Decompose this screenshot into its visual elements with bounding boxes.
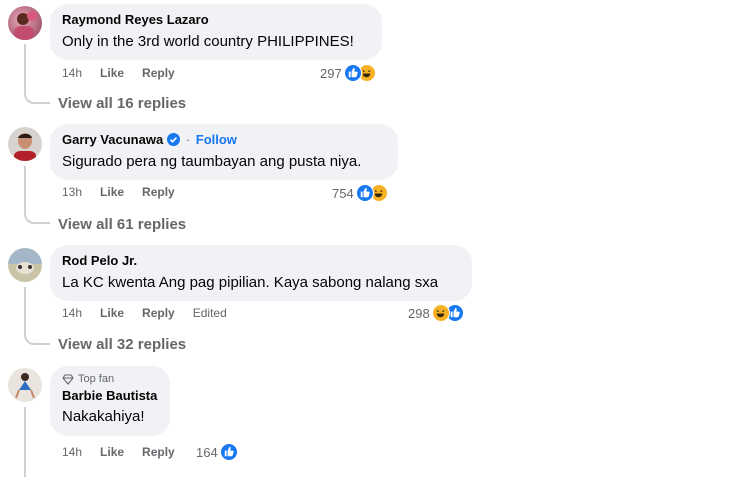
like-icon (343, 64, 362, 82)
comment-author[interactable]: Rod Pelo Jr. (62, 253, 460, 268)
comment-author-row: Garry Vacunawa · Follow (62, 132, 386, 147)
follow-button[interactable]: Follow (196, 132, 237, 147)
reaction-count: 297 (320, 65, 342, 81)
comment-time[interactable]: 13h (62, 185, 82, 199)
comment-actions: 13h Like Reply (62, 185, 193, 199)
avatar[interactable] (8, 6, 42, 40)
view-replies-link[interactable]: View all 32 replies (58, 336, 186, 353)
reply-button[interactable]: Reply (142, 185, 175, 199)
like-button[interactable]: Like (100, 66, 124, 80)
separator: · (185, 132, 191, 147)
thread-line (24, 287, 26, 333)
reply-button[interactable]: Reply (142, 445, 175, 459)
diamond-icon (62, 373, 74, 385)
reaction-summary[interactable]: 754 (332, 184, 388, 202)
profile-photo-icon (8, 248, 42, 274)
comment-actions: 14h Like Reply (62, 66, 193, 80)
comment-actions: 14h Like Reply Edited (62, 306, 245, 320)
comment-time[interactable]: 14h (62, 66, 82, 80)
comment-bubble: Raymond Reyes Lazaro Only in the 3rd wor… (50, 4, 382, 60)
reaction-count: 754 (332, 185, 354, 201)
haha-icon (431, 304, 450, 322)
reaction-count: 298 (408, 305, 430, 321)
like-button[interactable]: Like (100, 185, 124, 199)
comment-text: La KC kwenta Ang pag pipilian. Kaya sabo… (62, 274, 439, 291)
comment-text: Nakakahiya! (62, 408, 145, 425)
thread-line (24, 44, 26, 92)
thread-connector (24, 333, 50, 345)
comment-bubble: Top fan Barbie Bautista Nakakahiya! (50, 366, 170, 436)
reply-button[interactable]: Reply (142, 66, 175, 80)
comment-text: Sigurado pera ng taumbayan ang pusta niy… (62, 153, 362, 170)
edited-label[interactable]: Edited (193, 306, 227, 320)
thread-connector (24, 92, 50, 104)
view-replies-link[interactable]: View all 61 replies (58, 216, 186, 233)
comment-bubble: Rod Pelo Jr. La KC kwenta Ang pag pipili… (50, 245, 472, 301)
thread-line (24, 407, 26, 477)
comment-actions: 14h Like Reply (62, 445, 193, 459)
top-fan-badge: Top fan (62, 373, 158, 385)
verified-badge-icon (167, 133, 181, 146)
reaction-count: 164 (196, 444, 218, 460)
top-fan-label: Top fan (78, 373, 115, 385)
avatar[interactable] (8, 368, 42, 402)
like-button[interactable]: Like (100, 445, 124, 459)
thread-line (24, 166, 26, 212)
comment-time[interactable]: 14h (62, 306, 82, 320)
view-replies-link[interactable]: View all 16 replies (58, 95, 186, 112)
avatar[interactable] (8, 248, 42, 282)
like-icon (219, 443, 238, 461)
comment-author[interactable]: Raymond Reyes Lazaro (62, 12, 370, 27)
profile-photo-icon (14, 11, 37, 40)
like-icon (355, 184, 374, 202)
comment-author[interactable]: Garry Vacunawa (62, 132, 163, 147)
reaction-summary[interactable]: 297 (320, 64, 376, 82)
profile-photo-icon (15, 373, 35, 399)
reaction-summary[interactable]: 298 (408, 304, 464, 322)
thread-connector (24, 212, 50, 224)
comment-bubble: Garry Vacunawa · Follow Sigurado pera ng… (50, 124, 398, 180)
comment-text: Only in the 3rd world country PHILIPPINE… (62, 33, 354, 50)
avatar[interactable] (8, 127, 42, 161)
comment-time[interactable]: 14h (62, 445, 82, 459)
reply-button[interactable]: Reply (142, 306, 175, 320)
reaction-summary[interactable]: 164 (196, 443, 238, 461)
like-button[interactable]: Like (100, 306, 124, 320)
comment-author[interactable]: Barbie Bautista (62, 388, 158, 403)
profile-photo-icon (14, 133, 36, 161)
